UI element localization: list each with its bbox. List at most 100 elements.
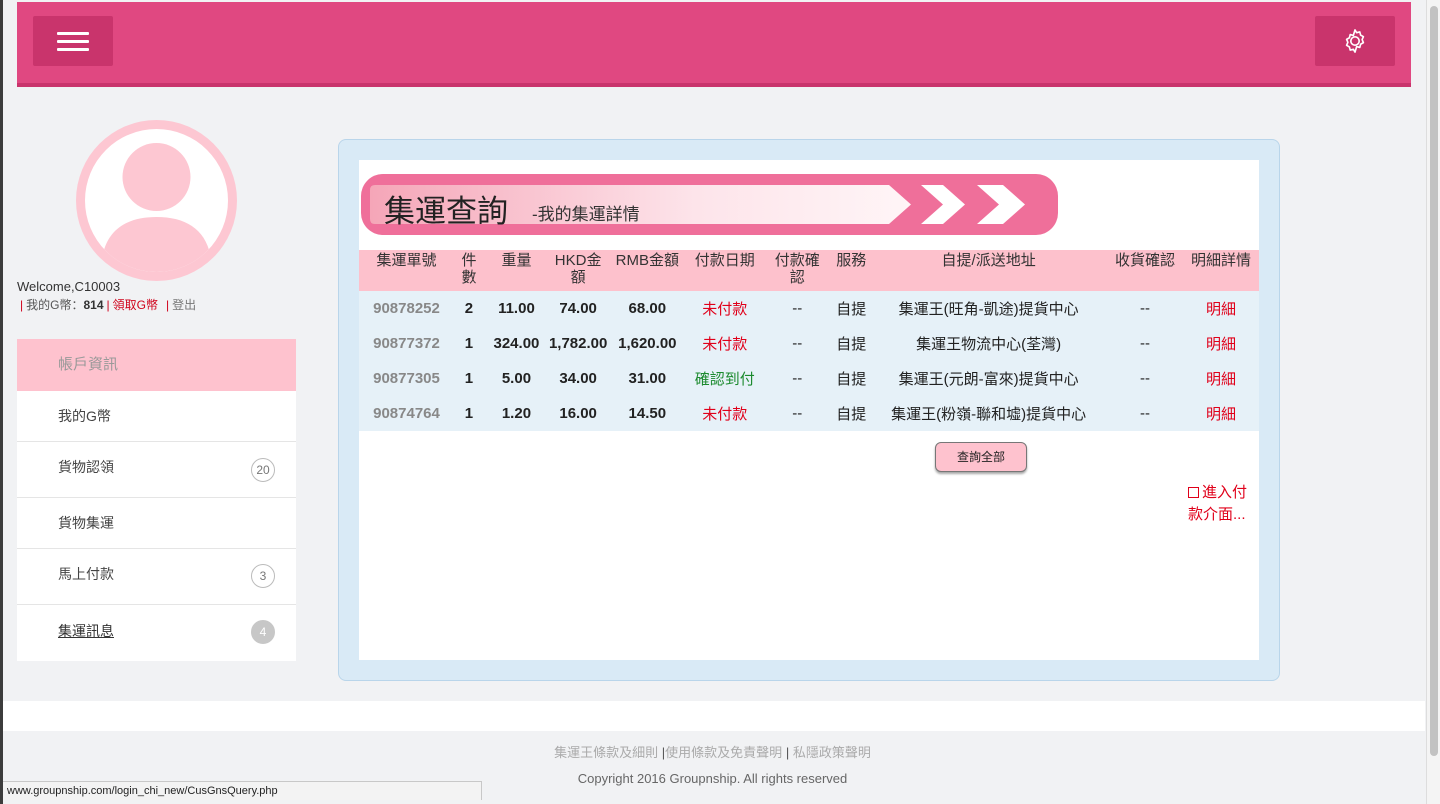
- footer-divider-band: [3, 701, 1425, 731]
- shipment-number: 90878252: [359, 291, 454, 326]
- separator: |: [165, 298, 170, 312]
- pay-confirm-cell: --: [762, 361, 833, 396]
- panel-content: 集運查詢 -我的集運詳情 集運單號 件數 重量 HKD金額 RMB金額 付款日期…: [359, 160, 1259, 660]
- shipment-number: 90877372: [359, 326, 454, 361]
- detail-link[interactable]: 明細: [1182, 396, 1259, 431]
- shipment-number: 90877305: [359, 361, 454, 396]
- g-coin-amount: 814: [83, 298, 104, 312]
- hamburger-icon-line: [57, 39, 89, 43]
- hkd-cell: 34.00: [548, 361, 608, 396]
- column-header: 自提/派送地址: [870, 250, 1108, 291]
- avatar: [76, 120, 237, 281]
- rmb-cell: 31.00: [607, 361, 688, 396]
- hkd-cell: 74.00: [548, 291, 608, 326]
- column-header: 付款日期: [687, 250, 763, 291]
- count-badge: 20: [251, 458, 275, 482]
- address-cell: 集運王(旺角-凱途)提貨中心: [870, 291, 1108, 326]
- table-row: 90877305 1 5.00 34.00 31.00 確認到付 -- 自提 集…: [359, 361, 1259, 396]
- receive-confirm-cell: --: [1107, 326, 1183, 361]
- shipment-table: 集運單號 件數 重量 HKD金額 RMB金額 付款日期 付款確認 服務 自提/派…: [359, 250, 1259, 431]
- count-badge: 3: [251, 564, 275, 588]
- rmb-cell: 14.50: [607, 396, 688, 431]
- separator: |: [785, 745, 790, 760]
- table-row: 90874764 1 1.20 16.00 14.50 未付款 -- 自提 集運…: [359, 396, 1259, 431]
- g-coin-line: | 我的G幣：814 | 領取G幣 | 登出: [17, 296, 196, 313]
- sidebar-section-title: 帳戶資訊: [17, 339, 296, 391]
- detail-link[interactable]: 明細: [1182, 326, 1259, 361]
- address-cell: 集運王(元朗-富來)提貨中心: [870, 361, 1108, 396]
- pieces-cell: 1: [453, 361, 484, 396]
- pay-date-cell: 未付款: [687, 291, 763, 326]
- sidebar-item-pay-now[interactable]: 馬上付款 3: [17, 549, 296, 605]
- page-banner: 集運查詢 -我的集運詳情: [361, 174, 1058, 235]
- column-header: 付款確認: [762, 250, 833, 291]
- separator: |: [106, 298, 110, 312]
- pieces-cell: 1: [453, 326, 484, 361]
- settings-button[interactable]: [1315, 16, 1395, 66]
- gear-icon: [1345, 29, 1365, 53]
- weight-cell: 324.00: [483, 326, 549, 361]
- column-header: RMB金額: [607, 250, 688, 291]
- sidebar-item-consolidation[interactable]: 貨物集運: [17, 498, 296, 549]
- count-badge: 4: [251, 620, 275, 644]
- receive-confirm-cell: --: [1107, 291, 1183, 326]
- service-cell: 自提: [832, 396, 871, 431]
- hamburger-icon: [57, 31, 89, 35]
- rmb-cell: 68.00: [607, 291, 688, 326]
- user-silhouette-icon: [101, 143, 212, 272]
- sidebar-item-goods-claim[interactable]: 貨物認領 20: [17, 442, 296, 498]
- status-bar-url: www.groupnship.com/login_chi_new/CusGnsQ…: [3, 781, 482, 800]
- column-header: 明細詳情: [1182, 250, 1259, 291]
- sidebar-item-label: 貨物集運: [58, 515, 114, 531]
- column-header: 收貨確認: [1107, 250, 1183, 291]
- main-panel: 集運查詢 -我的集運詳情 集運單號 件數 重量 HKD金額 RMB金額 付款日期…: [338, 139, 1280, 681]
- avatar-inner: [85, 129, 228, 272]
- column-header: 集運單號: [359, 250, 454, 291]
- column-header: HKD金額: [548, 250, 608, 291]
- table-header-row: 集運單號 件數 重量 HKD金額 RMB金額 付款日期 付款確認 服務 自提/派…: [359, 250, 1259, 291]
- pay-confirm-cell: --: [762, 291, 833, 326]
- vertical-scrollbar[interactable]: [1426, 0, 1440, 804]
- pay-confirm-cell: --: [762, 396, 833, 431]
- page-title: 集運查詢: [384, 194, 508, 229]
- pay-confirm-cell: --: [762, 326, 833, 361]
- logout-link[interactable]: 登出: [172, 298, 196, 312]
- service-cell: 自提: [832, 326, 871, 361]
- weight-cell: 11.00: [483, 291, 549, 326]
- checkbox-icon: [1188, 487, 1199, 498]
- table-row: 90878252 2 11.00 74.00 68.00 未付款 -- 自提 集…: [359, 291, 1259, 326]
- separator: |: [20, 298, 24, 312]
- sidebar-item-label: 我的G幣: [58, 408, 111, 424]
- column-header: 件數: [453, 250, 484, 291]
- query-all-button[interactable]: 查詢全部: [935, 442, 1027, 472]
- g-coin-label: 我的G幣：: [26, 298, 84, 312]
- hamburger-icon-line: [57, 47, 89, 51]
- scrollbar-thumb[interactable]: [1430, 6, 1438, 756]
- receive-confirm-cell: --: [1107, 396, 1183, 431]
- menu-button[interactable]: [33, 16, 113, 66]
- sidebar-item-shipping-info[interactable]: 集運訊息 4: [17, 605, 296, 661]
- terms-link[interactable]: 集運王條款及細則: [554, 745, 658, 760]
- welcome-text: Welcome,C10003: [17, 279, 121, 294]
- sidebar-item-my-g-coin[interactable]: 我的G幣: [17, 391, 296, 442]
- detail-link[interactable]: 明細: [1182, 361, 1259, 396]
- pay-date-cell: 確認到付: [687, 361, 763, 396]
- claim-g-coin-link[interactable]: 領取G幣: [113, 298, 158, 312]
- service-cell: 自提: [832, 291, 871, 326]
- receive-confirm-cell: --: [1107, 361, 1183, 396]
- pieces-cell: 2: [453, 291, 484, 326]
- usage-terms-link[interactable]: 使用條款及免責聲明: [665, 745, 782, 760]
- rmb-cell: 1,620.00: [607, 326, 688, 361]
- shipment-number: 90874764: [359, 396, 454, 431]
- sidebar-menu: 帳戶資訊 我的G幣 貨物認領 20 貨物集運 馬上付款 3 集運訊息 4: [17, 339, 296, 661]
- pay-date-cell: 未付款: [687, 396, 763, 431]
- weight-cell: 1.20: [483, 396, 549, 431]
- table-row: 90877372 1 324.00 1,782.00 1,620.00 未付款 …: [359, 326, 1259, 361]
- hkd-cell: 1,782.00: [548, 326, 608, 361]
- page-subtitle: -我的集運詳情: [532, 205, 640, 224]
- service-cell: 自提: [832, 361, 871, 396]
- detail-link[interactable]: 明細: [1182, 291, 1259, 326]
- payment-interface-link[interactable]: 進入付款介面...: [1188, 482, 1252, 526]
- privacy-link[interactable]: 私隱政策聲明: [793, 745, 871, 760]
- weight-cell: 5.00: [483, 361, 549, 396]
